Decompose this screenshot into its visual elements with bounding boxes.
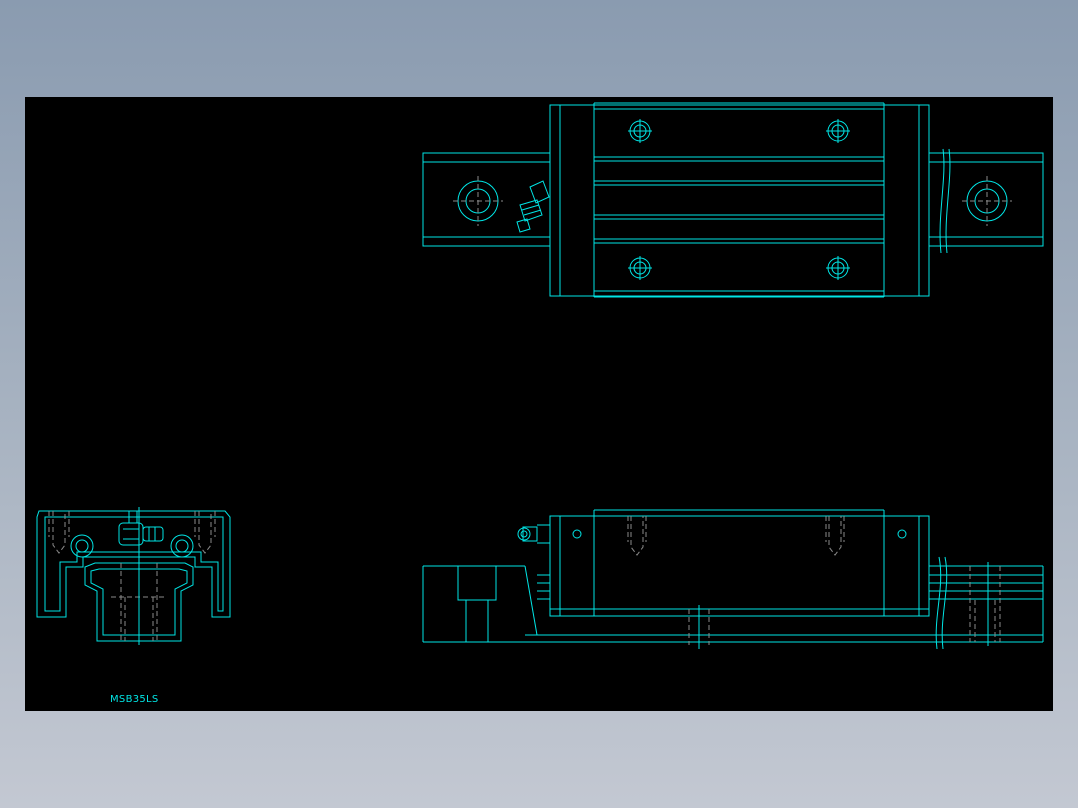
part-number-label: MSB35LS	[110, 694, 159, 705]
side-view	[422, 509, 1044, 650]
cad-drawing	[36, 102, 1044, 650]
grease-nipple-side	[517, 524, 551, 544]
carriage-side	[549, 509, 930, 617]
rail-hole-right	[962, 176, 1012, 226]
top-view	[422, 102, 1044, 298]
rail-bolt-right	[969, 566, 1001, 642]
grease-nipple-top	[516, 180, 550, 233]
carriage-top	[549, 102, 930, 298]
end-view	[36, 507, 231, 645]
rail-hole-left	[453, 176, 503, 226]
rail-bolt-left	[457, 565, 497, 642]
grease-nipple-end	[118, 511, 164, 546]
end-holes	[70, 534, 194, 558]
drawing-canvas[interactable]: MSB35LS	[25, 97, 1053, 711]
carriage-end	[36, 510, 231, 618]
